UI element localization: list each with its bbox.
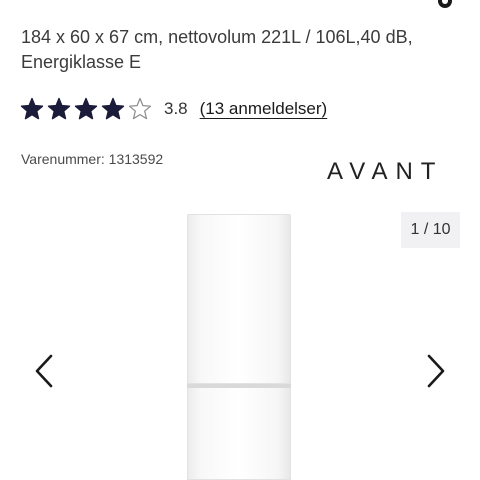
star-full-icon — [74, 97, 98, 120]
product-subtitle: 184 x 60 x 67 cm, nettovolum 221L / 106L… — [21, 27, 413, 72]
star-full-icon — [20, 97, 44, 120]
star-empty-icon — [128, 97, 152, 120]
star-full-icon — [101, 97, 125, 120]
gallery-prev-button[interactable] — [30, 352, 58, 390]
reviews-link[interactable]: (13 anmeldelser) — [200, 99, 328, 119]
star-full-icon — [47, 97, 71, 120]
gallery-next-button[interactable] — [422, 352, 450, 390]
rating-row: 3.8 (13 anmeldelser) — [20, 95, 327, 123]
title-overflow — [0, 0, 480, 10]
chevron-left-icon — [35, 354, 53, 388]
rating-value: 3.8 — [164, 99, 188, 118]
fridge-door-top — [187, 214, 291, 384]
brand-logo: AVANT — [327, 158, 444, 185]
gallery-counter: 1 / 10 — [401, 212, 460, 248]
product-image[interactable] — [187, 214, 291, 480]
fridge-door-bottom — [187, 388, 291, 480]
chevron-right-icon — [427, 354, 445, 388]
title-glyph-fragment — [438, 0, 452, 8]
rating-stars — [20, 97, 155, 121]
sku-label: Varenummer: 1313592 — [21, 151, 164, 167]
